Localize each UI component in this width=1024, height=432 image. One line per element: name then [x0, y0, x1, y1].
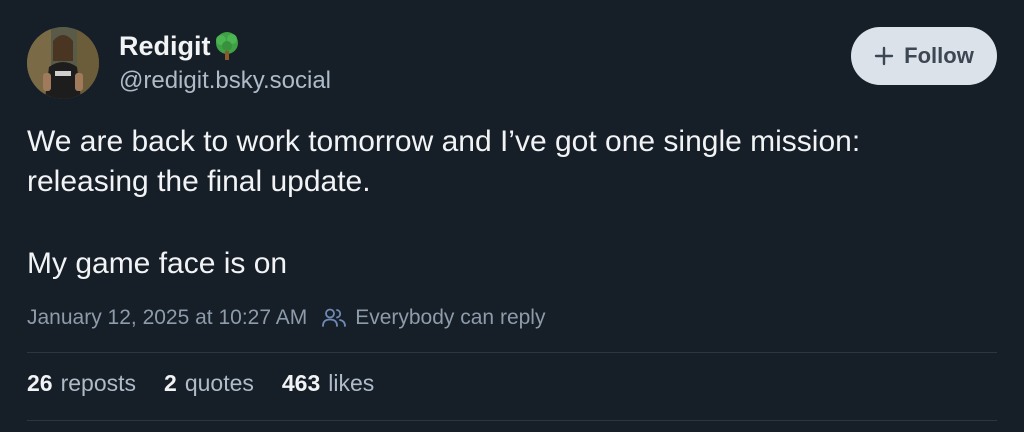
likes-label: likes [328, 370, 375, 396]
quotes-label: quotes [184, 370, 254, 396]
likes-stat[interactable]: 463 likes [282, 370, 374, 397]
reposts-count: 26 [27, 370, 53, 396]
plus-icon [874, 46, 894, 66]
follow-button-label: Follow [904, 43, 974, 68]
quotes-count: 2 [164, 370, 177, 396]
author-display-name[interactable]: Redigit [119, 30, 241, 62]
divider [27, 352, 997, 353]
follow-button[interactable]: Follow [851, 27, 997, 85]
author-handle[interactable]: @redigit.bsky.social [119, 66, 331, 96]
avatar-image [27, 27, 99, 99]
reply-setting: Everybody can reply [355, 306, 546, 329]
post-paragraph: My game face is on [27, 247, 288, 280]
post-thread-item: Redigit @redigit.bsky.social Follow We a… [0, 0, 1024, 432]
post-timestamp[interactable]: January 12, 2025 at 10:27 AM [27, 306, 307, 330]
author-name-text: Redigit [119, 31, 211, 61]
post-text: We are back to work tomorrow and I’ve go… [27, 122, 987, 284]
post-paragraph: We are back to work tomorrow and I’ve go… [27, 125, 861, 198]
divider [27, 420, 997, 421]
reposts-label: reposts [60, 370, 137, 396]
people-icon [321, 307, 347, 329]
post-stats: 26 reposts 2 quotes 463 likes [27, 370, 402, 397]
quotes-stat[interactable]: 2 quotes [164, 370, 254, 397]
post-meta: January 12, 2025 at 10:27 AM Everybody c… [27, 302, 545, 334]
likes-count: 463 [281, 370, 321, 396]
avatar[interactable] [27, 27, 99, 99]
reposts-stat[interactable]: 26 reposts [27, 370, 136, 397]
tree-icon [213, 31, 241, 61]
